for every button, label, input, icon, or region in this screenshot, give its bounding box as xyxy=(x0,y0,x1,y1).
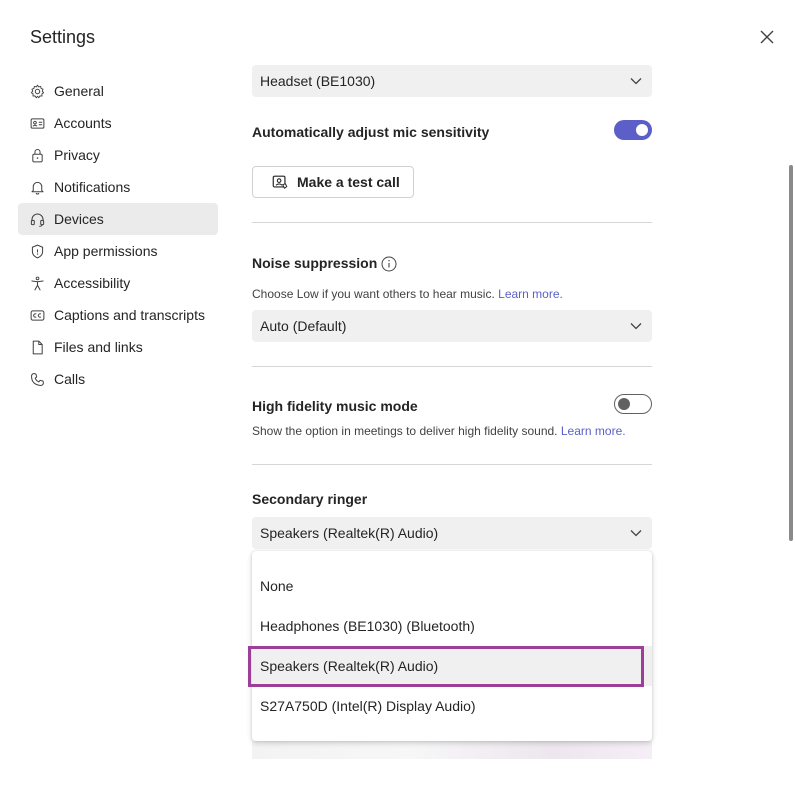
test-call-icon xyxy=(272,175,288,189)
sidebar-item-app-permissions[interactable]: App permissions xyxy=(18,235,218,267)
sidebar-item-devices[interactable]: Devices xyxy=(18,203,218,235)
lock-icon xyxy=(28,146,46,164)
noise-suppression-dropdown[interactable]: Auto (Default) xyxy=(252,310,652,342)
section-divider xyxy=(252,464,652,465)
sidebar-item-privacy[interactable]: Privacy xyxy=(18,139,218,171)
secondary-ringer-label: Secondary ringer xyxy=(252,491,368,507)
sidebar-item-general[interactable]: General xyxy=(18,75,218,107)
secondary-ringer-value: Speakers (Realtek(R) Audio) xyxy=(260,525,439,541)
sidebar-item-notifications[interactable]: Notifications xyxy=(18,171,218,203)
noise-suppression-label: Noise suppression xyxy=(252,255,378,271)
hifi-mode-label: High fidelity music mode xyxy=(252,398,418,414)
auto-mic-toggle[interactable] xyxy=(614,120,652,140)
gear-icon xyxy=(28,82,46,100)
auto-mic-label: Automatically adjust mic sensitivity xyxy=(252,124,490,140)
sidebar-item-label: General xyxy=(54,83,104,99)
sidebar-item-calls[interactable]: Calls xyxy=(18,363,218,395)
ringer-option-speakers[interactable]: Speakers (Realtek(R) Audio) xyxy=(252,646,652,686)
make-test-call-label: Make a test call xyxy=(297,174,400,190)
content-behind-menu xyxy=(252,741,652,759)
sidebar-item-accounts[interactable]: Accounts xyxy=(18,107,218,139)
cc-icon xyxy=(28,306,46,324)
chevron-down-icon xyxy=(630,78,642,85)
noise-learn-more-link[interactable]: Learn more. xyxy=(498,287,563,301)
settings-sidebar: General Accounts Privacy Notifications D… xyxy=(18,75,218,395)
id-card-icon xyxy=(28,114,46,132)
sidebar-item-label: Files and links xyxy=(54,339,143,355)
sidebar-item-label: App permissions xyxy=(54,243,158,259)
section-divider xyxy=(252,222,652,223)
hifi-description-text: Show the option in meetings to deliver h… xyxy=(252,424,558,438)
ringer-option-headphones[interactable]: Headphones (BE1030) (Bluetooth) xyxy=(252,606,652,646)
sidebar-item-label: Privacy xyxy=(54,147,100,163)
chevron-down-icon xyxy=(630,323,642,330)
phone-icon xyxy=(28,370,46,388)
shield-icon xyxy=(28,242,46,260)
devices-panel: Headset (BE1030) Automatically adjust mi… xyxy=(252,0,652,793)
toggle-knob xyxy=(636,124,648,136)
sidebar-item-label: Calls xyxy=(54,371,86,387)
make-test-call-button[interactable]: Make a test call xyxy=(252,166,414,198)
toggle-knob xyxy=(618,398,630,410)
accessibility-icon xyxy=(28,274,46,292)
noise-description-text: Choose Low if you want others to hear mu… xyxy=(252,287,495,301)
close-icon[interactable] xyxy=(756,26,778,48)
ringer-option-display-audio[interactable]: S27A750D (Intel(R) Display Audio) xyxy=(252,686,652,726)
headset-icon xyxy=(28,210,46,228)
hifi-mode-description: Show the option in meetings to deliver h… xyxy=(252,424,626,438)
sidebar-item-label: Accessibility xyxy=(54,275,131,291)
hifi-learn-more-link[interactable]: Learn more. xyxy=(561,424,626,438)
noise-suppression-value: Auto (Default) xyxy=(260,318,347,334)
sidebar-item-label: Accounts xyxy=(54,115,112,131)
microphone-dropdown[interactable]: Headset (BE1030) xyxy=(252,65,652,97)
ringer-option-none[interactable]: None xyxy=(252,566,652,606)
sidebar-item-files-and-links[interactable]: Files and links xyxy=(18,331,218,363)
sidebar-item-captions[interactable]: Captions and transcripts xyxy=(18,299,218,331)
sidebar-item-accessibility[interactable]: Accessibility xyxy=(18,267,218,299)
sidebar-item-label: Notifications xyxy=(54,179,131,195)
bell-icon xyxy=(28,178,46,196)
section-divider xyxy=(252,366,652,367)
document-icon xyxy=(28,338,46,356)
page-title: Settings xyxy=(30,27,96,47)
sidebar-item-label: Captions and transcripts xyxy=(54,307,205,323)
secondary-ringer-dropdown[interactable]: Speakers (Realtek(R) Audio) xyxy=(252,517,652,549)
chevron-down-icon xyxy=(630,530,642,537)
hifi-mode-toggle[interactable] xyxy=(614,394,652,414)
sidebar-item-label: Devices xyxy=(54,211,104,227)
secondary-ringer-menu: None Headphones (BE1030) (Bluetooth) Spe… xyxy=(252,551,652,741)
noise-suppression-description: Choose Low if you want others to hear mu… xyxy=(252,287,563,301)
info-icon[interactable] xyxy=(381,256,397,272)
scrollbar-thumb[interactable] xyxy=(789,165,793,541)
microphone-value: Headset (BE1030) xyxy=(260,73,376,89)
close-button[interactable] xyxy=(756,26,778,48)
